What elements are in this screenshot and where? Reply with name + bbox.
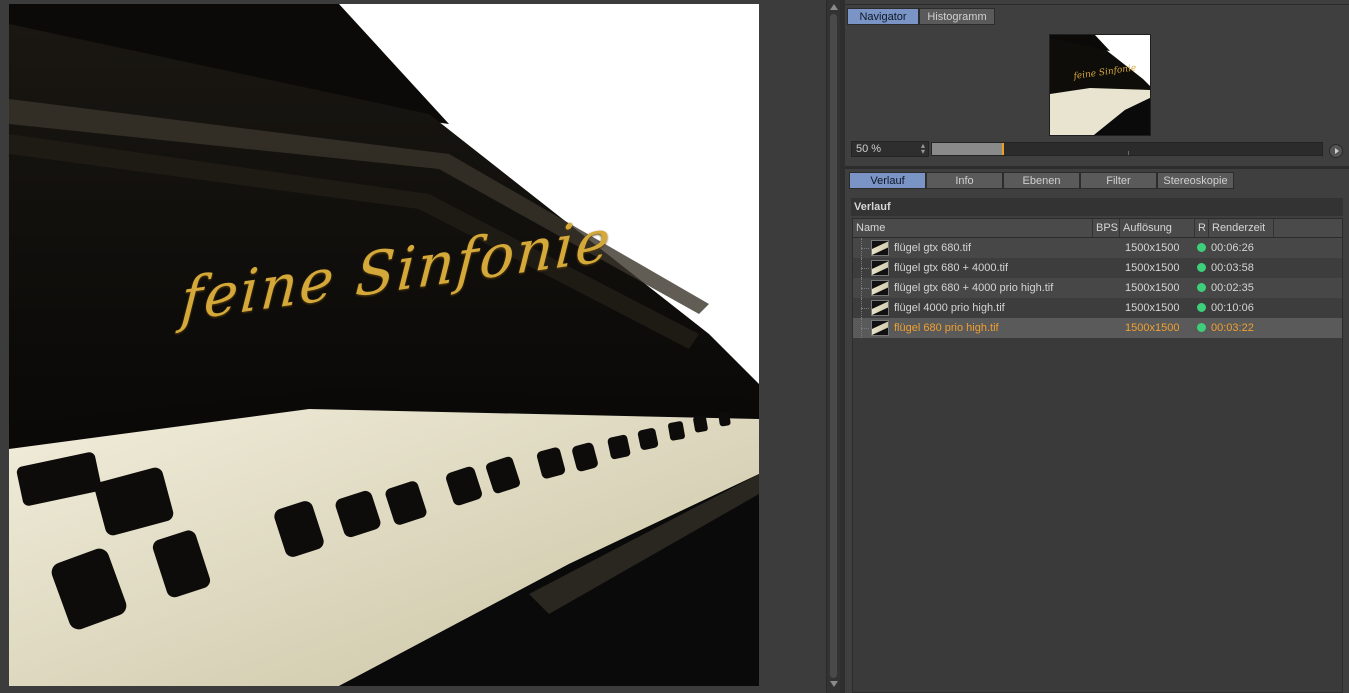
- tab-navigator[interactable]: Navigator: [847, 8, 919, 25]
- row-thumbnail: [871, 240, 889, 256]
- play-icon[interactable]: [1329, 144, 1343, 158]
- status-dot-icon: [1197, 263, 1206, 272]
- column-header-rendertime[interactable]: Renderzeit: [1209, 219, 1274, 237]
- row-rendertime: 00:03:58: [1211, 262, 1254, 274]
- render-view: feine Sinfonie: [0, 0, 826, 693]
- status-dot-icon: [1197, 283, 1206, 292]
- status-dot-icon: [1197, 323, 1206, 332]
- tree-branch: [861, 308, 869, 309]
- table-row[interactable]: flügel 4000 prio high.tif 1500x1500 00:10:…: [853, 298, 1342, 318]
- row-name: flügel gtx 680 + 4000.tif: [894, 262, 1009, 274]
- history-panel: Verlauf Info Ebenen Filter Stereoskopie …: [845, 169, 1349, 693]
- row-rendertime: 00:06:26: [1211, 242, 1254, 254]
- table-row[interactable]: flügel gtx 680 + 4000.tif 1500x1500 00:03:…: [853, 258, 1342, 278]
- status-dot-icon: [1197, 303, 1206, 312]
- row-name: flügel gtx 680 + 4000 prio high.tif: [894, 282, 1054, 294]
- row-thumbnail: [871, 260, 889, 276]
- table-header: Name BPS Auflösung R Renderzeit: [853, 219, 1342, 238]
- right-panel: Navigator Histogramm feine Sinfonie 50 %…: [845, 0, 1349, 693]
- table-row[interactable]: flügel gtx 680 + 4000 prio high.tif 1500x…: [853, 278, 1342, 298]
- row-name: flügel gtx 680.tif: [894, 242, 972, 254]
- row-resolution: 1500x1500: [1125, 322, 1180, 334]
- rendered-image[interactable]: feine Sinfonie: [9, 4, 759, 686]
- navigator-panel: Navigator Histogramm feine Sinfonie 50 %…: [845, 4, 1349, 165]
- history-section-title: Verlauf: [851, 198, 1343, 216]
- row-thumbnail: [871, 320, 889, 336]
- tree-branch: [861, 248, 869, 249]
- row-name: flügel 4000 prio high.tif: [894, 302, 1005, 314]
- history-table: Name BPS Auflösung R Renderzeit flügel g…: [852, 218, 1343, 693]
- column-header-name[interactable]: Name: [853, 219, 1093, 237]
- row-name: flügel 680 prio high.tif: [894, 322, 999, 334]
- row-rendertime: 00:03:22: [1211, 322, 1254, 334]
- zoom-slider[interactable]: [931, 142, 1323, 156]
- row-resolution: 1500x1500: [1125, 242, 1180, 254]
- row-resolution: 1500x1500: [1125, 262, 1180, 274]
- table-row[interactable]: flügel 680 prio high.tif 1500x1500 00:03:2…: [853, 318, 1342, 338]
- row-rendertime: 00:02:35: [1211, 282, 1254, 294]
- navigator-thumbnail[interactable]: feine Sinfonie: [1049, 34, 1151, 136]
- tree-branch: [861, 268, 869, 269]
- scrollbar-thumb[interactable]: [830, 14, 837, 678]
- zoom-slider-handle[interactable]: [1002, 143, 1004, 155]
- row-resolution: 1500x1500: [1125, 282, 1180, 294]
- status-dot-icon: [1197, 243, 1206, 252]
- row-thumbnail: [871, 280, 889, 296]
- tab-info[interactable]: Info: [926, 172, 1003, 189]
- row-resolution: 1500x1500: [1125, 302, 1180, 314]
- tree-branch: [861, 328, 869, 329]
- zoom-slider-tick: [1128, 151, 1129, 155]
- stepper-arrows-icon[interactable]: ▴ ▾: [921, 142, 925, 156]
- zoom-value: 50 %: [856, 143, 882, 155]
- row-thumbnail: [871, 300, 889, 316]
- scroll-up-arrow-icon[interactable]: [830, 4, 838, 10]
- scroll-down-arrow-icon[interactable]: [830, 681, 838, 687]
- tab-ebenen[interactable]: Ebenen: [1003, 172, 1080, 189]
- row-rendertime: 00:10:06: [1211, 302, 1254, 314]
- tab-filter[interactable]: Filter: [1080, 172, 1157, 189]
- piano-render-graphic: [9, 4, 759, 686]
- tab-stereoskopie[interactable]: Stereoskopie: [1157, 172, 1234, 189]
- table-row[interactable]: flügel gtx 680.tif 1500x1500 00:06:26: [853, 238, 1342, 258]
- column-header-r[interactable]: R: [1195, 219, 1209, 237]
- zoom-field[interactable]: 50 % ▴ ▾: [851, 141, 929, 157]
- tab-verlauf[interactable]: Verlauf: [849, 172, 926, 189]
- zoom-slider-fill: [932, 143, 1002, 155]
- column-header-resolution[interactable]: Auflösung: [1120, 219, 1195, 237]
- tab-histogramm[interactable]: Histogramm: [919, 8, 995, 25]
- tree-branch: [861, 288, 869, 289]
- column-header-bps[interactable]: BPS: [1093, 219, 1120, 237]
- vertical-scrollbar[interactable]: [826, 0, 841, 693]
- navigator-thumbnail-graphic: feine Sinfonie: [1050, 35, 1150, 135]
